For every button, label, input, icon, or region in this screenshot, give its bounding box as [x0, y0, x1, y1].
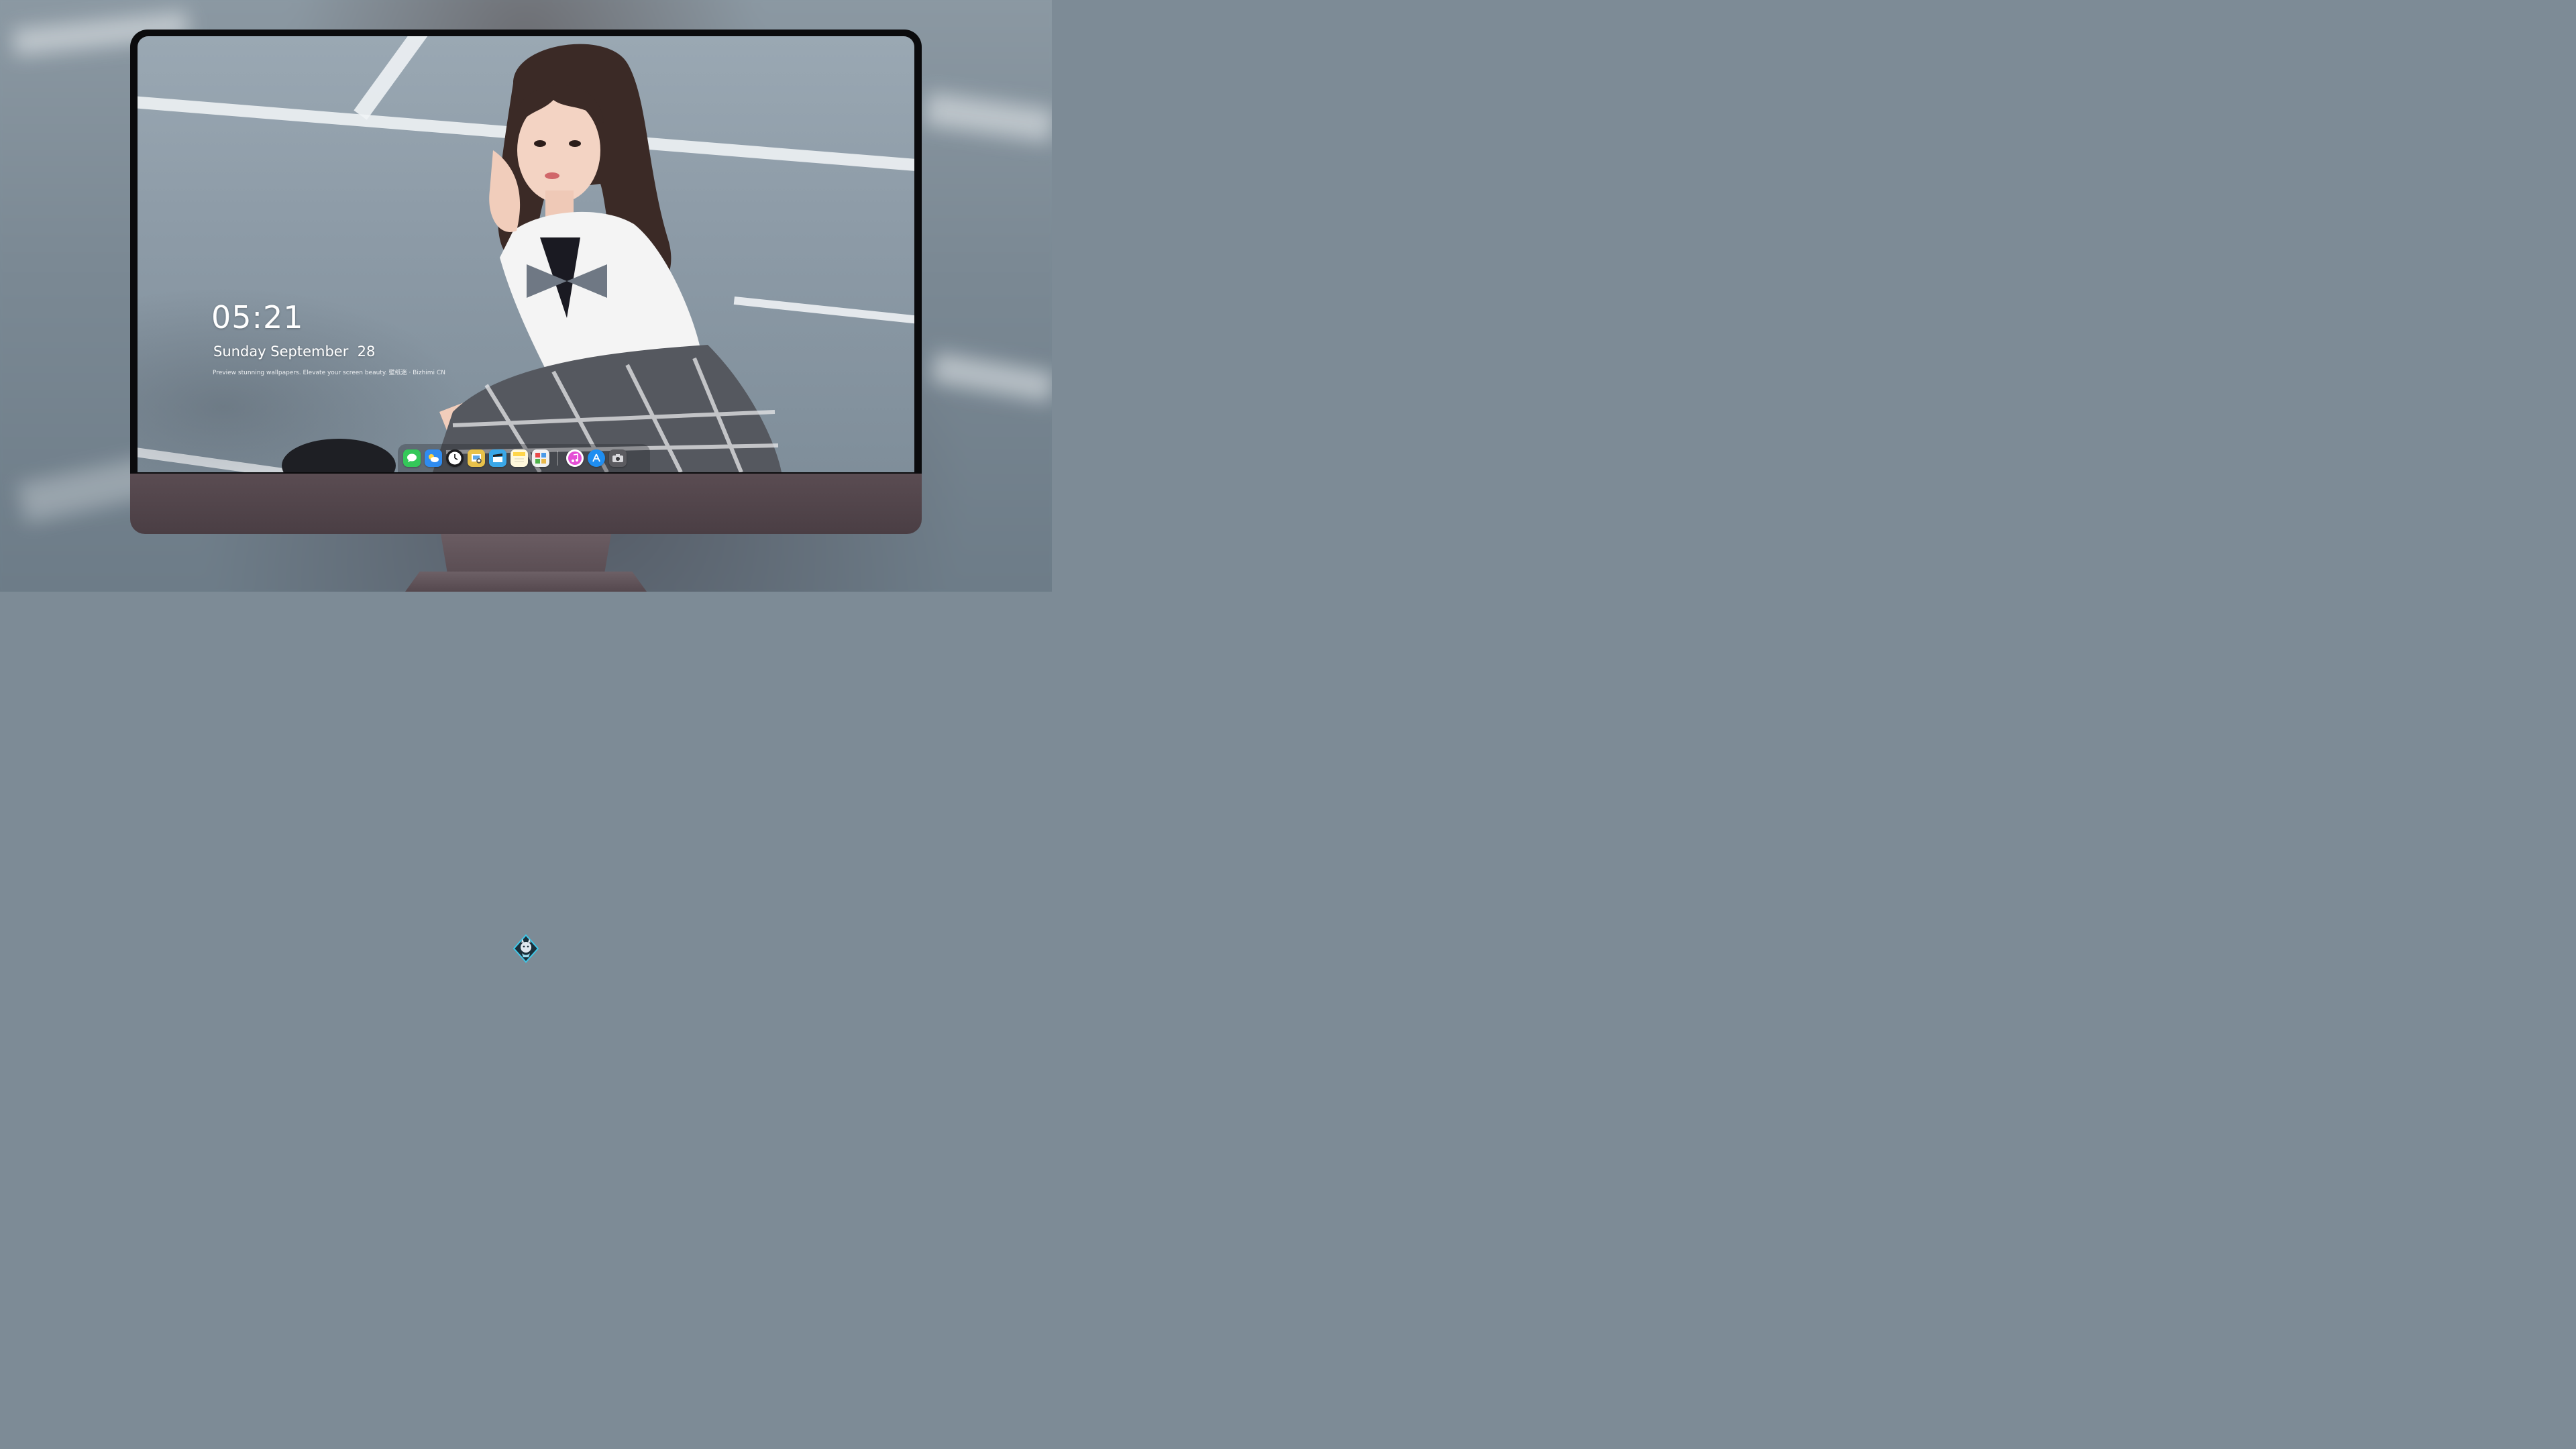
app-store-icon[interactable] — [588, 449, 605, 467]
itunes-icon[interactable] — [566, 449, 584, 467]
wallpaper-caption: Preview stunning wallpapers. Elevate you… — [213, 370, 445, 376]
dock — [398, 444, 650, 472]
messages-icon[interactable] — [403, 449, 421, 467]
dock-separator — [557, 451, 558, 466]
notes-icon[interactable] — [511, 449, 528, 467]
weather-icon[interactable] — [425, 449, 442, 467]
lockscreen-date: Sunday September 28 — [213, 343, 376, 360]
monitor-stand-base — [405, 572, 647, 592]
preview-icon[interactable] — [468, 449, 485, 467]
clips-icon[interactable] — [489, 449, 506, 467]
wallpaper-girl — [282, 44, 782, 472]
clock-icon[interactable] — [446, 449, 464, 467]
camera-icon[interactable] — [609, 449, 627, 467]
mascot-logo-icon — [513, 934, 539, 963]
photo-booth-icon[interactable] — [532, 449, 549, 467]
monitor-stand — [441, 534, 611, 574]
desktop-screen: 05:21 Sunday September 28 Preview stunni… — [138, 36, 914, 472]
lockscreen-time: 05:21 — [211, 299, 304, 335]
monitor-bezel: 05:21 Sunday September 28 Preview stunni… — [130, 30, 922, 478]
monitor: 05:21 Sunday September 28 Preview stunni… — [130, 30, 922, 963]
monitor-chin — [130, 474, 922, 963]
